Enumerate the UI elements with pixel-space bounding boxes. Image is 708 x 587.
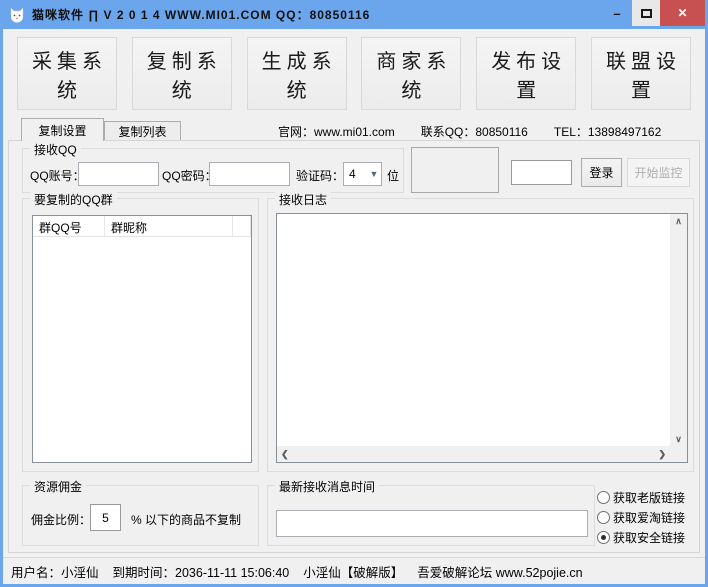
info-bar: 官网：www.mi01.com 联系QQ：80850116 TEL：138984… [278, 123, 698, 140]
latest-message-group: 最新接收消息时间 [267, 485, 595, 546]
captcha-image-panel [411, 147, 499, 193]
tab-page-copy-settings: 接收QQ QQ账号： QQ密码： 验证码： 4 ▼ 位 登录 开始监控 要复制的… [8, 140, 700, 553]
main-toolbar: 采集系统 复制系统 生成系统 商家系统 发布设置 联盟设置 [17, 37, 691, 110]
receive-log-group: 接收日志 ∧ ∨ ❮ ❯ [267, 198, 694, 472]
status-forum: 吾爱破解论坛 www.52pojie.cn [417, 562, 582, 581]
radio-icon [597, 511, 610, 524]
toolbar-button-copy[interactable]: 复制系统 [132, 37, 232, 110]
column-header-group-number[interactable]: 群QQ号 [33, 216, 105, 236]
tab-copy-list[interactable]: 复制列表 [104, 121, 181, 141]
captcha-digits-value: 4 [344, 167, 367, 181]
commission-ratio-suffix: % 以下的商品不复制 [131, 511, 241, 528]
captcha-input[interactable] [511, 160, 572, 185]
status-expiry: 到期时间：2036-11-11 15:06:40 [113, 562, 290, 581]
digits-suffix-label: 位 [387, 167, 399, 184]
start-monitor-button: 开始监控 [627, 158, 690, 187]
column-header-empty [233, 216, 251, 236]
info-contact-qq: 联系QQ：80850116 [421, 123, 528, 140]
radio-old-link[interactable]: 获取老版链接 [597, 489, 697, 506]
qq-groups-group-label: 要复制的QQ群 [30, 191, 117, 208]
qq-account-input[interactable] [78, 162, 159, 186]
minimize-button[interactable]: – [602, 0, 632, 26]
login-button[interactable]: 登录 [581, 158, 622, 187]
receive-log-group-label: 接收日志 [275, 191, 331, 208]
receive-log-box[interactable]: ∧ ∨ ❮ ❯ [276, 213, 688, 463]
scroll-down-icon[interactable]: ∨ [675, 432, 682, 446]
tab-copy-settings[interactable]: 复制设置 [21, 118, 104, 141]
radio-aitao-link-label: 获取爱淘链接 [613, 509, 685, 526]
maximize-button[interactable] [632, 0, 660, 26]
qq-groups-list-header: 群QQ号 群昵称 [33, 216, 251, 237]
window-title: 猫咪软件 ∏ V 2 0 1 4 WWW.MI01.COM QQ：8085011… [32, 6, 370, 23]
toolbar-button-alliance[interactable]: 联盟设置 [591, 37, 691, 110]
tab-strip: 复制设置 复制列表 官网：www.mi01.com 联系QQ：80850116 … [8, 120, 700, 141]
scroll-left-icon[interactable]: ❮ [281, 447, 289, 461]
radio-icon [597, 531, 610, 544]
close-button[interactable]: ✕ [660, 0, 705, 26]
status-bar: 用户名：小淫仙 到期时间：2036-11-11 15:06:40 小淫仙【破解版… [3, 557, 705, 584]
status-username: 用户名：小淫仙 [11, 562, 99, 581]
scrollbar-corner [670, 446, 687, 462]
column-header-group-nickname[interactable]: 群昵称 [105, 216, 233, 236]
qq-groups-list[interactable]: 群QQ号 群昵称 [32, 215, 252, 463]
qq-account-label: QQ账号： [30, 167, 85, 184]
info-tel: TEL：13898497162 [554, 123, 661, 140]
toolbar-button-publish[interactable]: 发布设置 [476, 37, 576, 110]
latest-message-input[interactable] [276, 510, 588, 537]
link-options: 获取老版链接 获取爱淘链接 获取安全链接 [597, 489, 697, 549]
toolbar-button-merchant[interactable]: 商家系统 [361, 37, 461, 110]
client-area: 采集系统 复制系统 生成系统 商家系统 发布设置 联盟设置 复制设置 复制列表 … [3, 29, 705, 584]
maximize-icon [641, 9, 652, 18]
cat-icon [8, 6, 26, 24]
commission-group: 资源佣金 佣金比例： % 以下的商品不复制 [22, 485, 259, 546]
close-icon: ✕ [677, 6, 687, 20]
commission-group-label: 资源佣金 [30, 478, 86, 495]
commission-ratio-label: 佣金比例： [31, 511, 91, 528]
chevron-down-icon: ▼ [367, 169, 381, 179]
captcha-digits-label: 验证码： [296, 167, 344, 184]
radio-aitao-link[interactable]: 获取爱淘链接 [597, 509, 697, 526]
status-cracked-tag: 小淫仙【破解版】 [303, 562, 403, 581]
info-website: 官网：www.mi01.com [278, 123, 395, 140]
radio-icon [597, 491, 610, 504]
radio-old-link-label: 获取老版链接 [613, 489, 685, 506]
latest-message-group-label: 最新接收消息时间 [275, 478, 379, 495]
app-window: 猫咪软件 ∏ V 2 0 1 4 WWW.MI01.COM QQ：8085011… [0, 0, 708, 587]
horizontal-scrollbar[interactable]: ❮ ❯ [277, 446, 670, 462]
minimize-icon: – [613, 6, 620, 21]
toolbar-button-collect[interactable]: 采集系统 [17, 37, 117, 110]
vertical-scrollbar[interactable]: ∧ ∨ [670, 214, 687, 446]
scroll-up-icon[interactable]: ∧ [675, 214, 682, 228]
captcha-digits-select[interactable]: 4 ▼ [343, 162, 382, 186]
receive-qq-group-label: 接收QQ [30, 141, 81, 158]
qq-groups-group: 要复制的QQ群 群QQ号 群昵称 [22, 198, 259, 472]
qq-password-input[interactable] [209, 162, 290, 186]
window-controls: – ✕ [602, 0, 705, 29]
commission-ratio-input[interactable] [90, 504, 121, 531]
titlebar: 猫咪软件 ∏ V 2 0 1 4 WWW.MI01.COM QQ：8085011… [0, 0, 708, 29]
scroll-right-icon[interactable]: ❯ [658, 447, 666, 461]
receive-qq-group: 接收QQ QQ账号： QQ密码： 验证码： 4 ▼ 位 [22, 148, 404, 193]
radio-safe-link-label: 获取安全链接 [613, 529, 685, 546]
toolbar-button-generate[interactable]: 生成系统 [247, 37, 347, 110]
radio-safe-link[interactable]: 获取安全链接 [597, 529, 697, 546]
